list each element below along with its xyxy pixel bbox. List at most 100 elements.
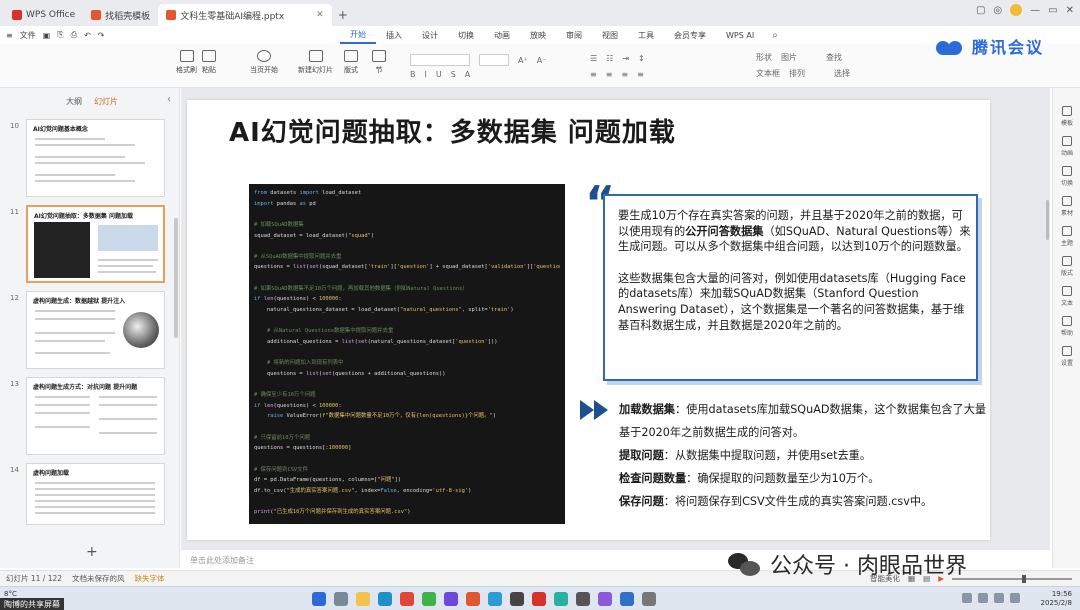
file-menu[interactable]: 文件: [20, 30, 36, 41]
search-icon[interactable]: ⌕: [772, 30, 778, 41]
slide-thumbnail[interactable]: 虚构问题生成：数据越狱 提升注入: [26, 291, 165, 369]
pane-button[interactable]: 素材: [1053, 196, 1080, 217]
close-tab-icon[interactable]: ✕: [316, 10, 324, 20]
search-icon[interactable]: [334, 592, 348, 606]
align-right-icon[interactable]: ≡: [621, 70, 628, 79]
tray-icon[interactable]: [994, 593, 1004, 603]
picture-button[interactable]: 图片: [781, 52, 797, 63]
section-button[interactable]: 节: [372, 50, 386, 75]
chrome-icon[interactable]: [400, 592, 414, 606]
numbered-list-icon[interactable]: ☷: [606, 54, 613, 63]
layout-button[interactable]: 版式: [344, 50, 358, 75]
shape-button[interactable]: 形状: [756, 52, 772, 63]
app-icon[interactable]: [554, 592, 568, 606]
clock[interactable]: 19:56 2025/2/8: [1041, 590, 1072, 608]
redo-icon[interactable]: ↷: [98, 31, 105, 40]
tab-wps-office[interactable]: WPS Office: [4, 4, 83, 26]
slide-thumbnail[interactable]: AI幻觉问题基本概念: [26, 119, 165, 197]
menu-tab[interactable]: 动画: [484, 26, 520, 44]
print-icon[interactable]: ⎙: [71, 30, 77, 40]
edge-icon[interactable]: [378, 592, 392, 606]
app-icon[interactable]: [620, 592, 634, 606]
tab-slides[interactable]: 幻灯片: [94, 96, 118, 107]
pane-button[interactable]: 文本: [1053, 286, 1080, 307]
app-icon[interactable]: [598, 592, 612, 606]
undo-icon[interactable]: ↶: [84, 31, 91, 40]
avatar[interactable]: [1010, 4, 1023, 16]
tray-icon[interactable]: [962, 593, 972, 603]
tray-icon[interactable]: [1010, 593, 1020, 603]
arrange-button[interactable]: 排列: [789, 68, 805, 79]
close-icon[interactable]: ✕: [1066, 5, 1074, 16]
grow-font-icon[interactable]: A⁺: [518, 56, 528, 65]
current-slide[interactable]: AI幻觉问题抽取：多数据集 问题加载 from datasets import …: [187, 100, 990, 540]
pane-button[interactable]: 帮助: [1053, 316, 1080, 337]
tab-template[interactable]: 找稻壳模板: [83, 4, 158, 26]
menu-icon[interactable]: ≡: [6, 31, 13, 40]
menu-tab[interactable]: 工具: [628, 26, 664, 44]
pane-button[interactable]: 版式: [1053, 256, 1080, 277]
tray-icon[interactable]: [978, 593, 988, 603]
missing-font-indicator[interactable]: 缺失字体: [135, 573, 165, 584]
export-icon[interactable]: ⎘: [57, 30, 63, 40]
line-spacing-icon[interactable]: ↕: [638, 54, 645, 63]
menu-tab[interactable]: 审阅: [556, 26, 592, 44]
italic-icon[interactable]: I: [425, 70, 427, 79]
slide-thumbnail[interactable]: 虚构问题加载: [26, 463, 165, 525]
menu-tab[interactable]: 会员专享: [664, 26, 716, 44]
shrink-font-icon[interactable]: A⁻: [537, 56, 547, 65]
paste-button[interactable]: 粘贴: [202, 50, 216, 75]
slide-thumbnail-selected[interactable]: AI幻觉问题抽取：多数据集 问题加载: [26, 205, 165, 283]
skin-icon[interactable]: ◎: [993, 5, 1002, 16]
app-icon[interactable]: [510, 592, 524, 606]
menu-tab[interactable]: WPS AI: [716, 26, 764, 44]
menu-tab[interactable]: 开始: [340, 26, 376, 44]
format-painter-button[interactable]: 格式刷: [176, 50, 197, 75]
layout-icon[interactable]: ▢: [976, 5, 985, 16]
document-status[interactable]: 文档未保存的风: [72, 573, 125, 584]
font-color-icon[interactable]: A: [465, 70, 470, 79]
wechat-icon[interactable]: [422, 592, 436, 606]
indent-icon[interactable]: ⇥: [622, 54, 629, 63]
new-tab-button[interactable]: +: [332, 4, 354, 26]
start-icon[interactable]: [312, 592, 326, 606]
file-explorer-icon[interactable]: [356, 592, 370, 606]
menu-tab[interactable]: 切换: [448, 26, 484, 44]
collapse-panel-icon[interactable]: ‹: [167, 94, 171, 105]
font-size-select[interactable]: [479, 54, 509, 66]
pane-button[interactable]: 切换: [1053, 166, 1080, 187]
panel-scrollbar[interactable]: [174, 218, 178, 338]
menu-tab[interactable]: 设计: [412, 26, 448, 44]
menu-tab[interactable]: 放映: [520, 26, 556, 44]
notes-placeholder[interactable]: 单击此处添加备注: [190, 555, 254, 566]
bold-icon[interactable]: B: [410, 70, 416, 79]
strikethrough-icon[interactable]: S: [451, 70, 456, 79]
align-left-icon[interactable]: ≡: [590, 70, 597, 79]
textbox-button[interactable]: 文本框: [756, 68, 780, 79]
new-slide-button[interactable]: 新建幻灯片: [298, 50, 333, 75]
canvas-scrollbar[interactable]: [1046, 200, 1049, 240]
app-icon[interactable]: [488, 592, 502, 606]
play-current-button[interactable]: 当页开始: [250, 50, 278, 75]
pane-button[interactable]: 设置: [1053, 346, 1080, 367]
app-icon[interactable]: [532, 592, 546, 606]
pane-button[interactable]: 模板: [1053, 106, 1080, 127]
align-center-icon[interactable]: ≡: [606, 70, 613, 79]
pane-button[interactable]: 动画: [1053, 136, 1080, 157]
slide-thumbnail[interactable]: 虚构问题生成方式：对抗问题 提升问题: [26, 377, 165, 455]
app-icon[interactable]: [576, 592, 590, 606]
tab-outline[interactable]: 大纲: [66, 96, 82, 107]
save-icon[interactable]: ▣: [43, 31, 51, 40]
pane-button[interactable]: 主题: [1053, 226, 1080, 247]
menu-tab[interactable]: 视图: [592, 26, 628, 44]
tab-document[interactable]: 文科生零基础AI编程.pptx ✕: [158, 4, 332, 26]
bullet-list-icon[interactable]: ☰: [590, 54, 597, 63]
select-button[interactable]: 选择: [834, 68, 850, 79]
minimize-icon[interactable]: —: [1030, 5, 1040, 16]
app-icon[interactable]: [466, 592, 480, 606]
app-icon[interactable]: [642, 592, 656, 606]
find-button[interactable]: 查找: [826, 52, 842, 63]
maximize-icon[interactable]: ▭: [1048, 5, 1057, 16]
add-slide-button[interactable]: +: [86, 544, 98, 560]
menu-tab[interactable]: 插入: [376, 26, 412, 44]
